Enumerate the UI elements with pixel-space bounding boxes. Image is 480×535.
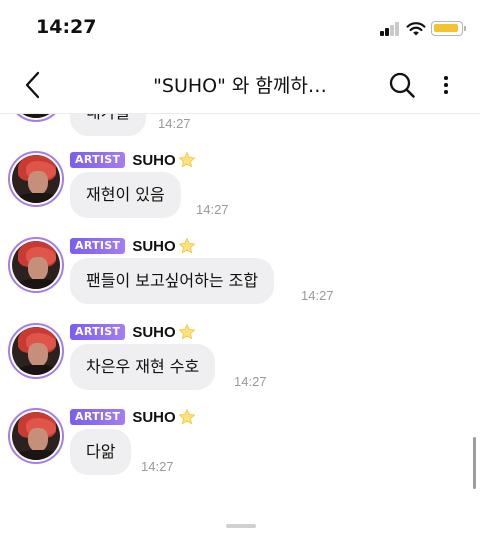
sender-name[interactable]: SUHO [132,324,175,341]
status-time: 14:27 [36,16,97,38]
battery-icon [431,21,463,36]
message-text: 차은우 재현 수호 [86,357,200,376]
message-bubble: 차은우 재현 수호 [70,344,216,390]
star-icon [178,324,195,340]
more-vertical-icon[interactable] [436,71,456,99]
scrollbar[interactable] [473,437,476,489]
message-bubble: 다앎 [70,429,132,475]
avatar[interactable] [8,151,64,207]
message-time: 14:27 [196,202,229,217]
nav-bar: "SUHO" 와 함께하… [0,58,480,114]
star-icon [178,152,195,168]
home-indicator[interactable] [226,524,256,528]
status-bar: 14:27 [0,0,480,58]
message-bubble: 내가들 [70,114,147,136]
star-icon [178,409,195,425]
chevron-left-icon[interactable] [18,70,48,100]
sender-name[interactable]: SUHO [132,238,175,255]
artist-badge: ARTIST [70,238,126,254]
sender-row: ARTIST SUHO [70,237,196,255]
avatar[interactable] [8,114,64,122]
message-text: 내가들 [86,114,130,122]
message-text: 다앎 [86,442,116,461]
cellular-signal-icon [380,22,400,36]
message-bubble: 재현이 있음 [70,172,181,218]
chat-title: "SUHO" 와 함께하… [153,75,327,97]
sender-name[interactable]: SUHO [132,152,175,169]
avatar[interactable] [8,323,64,379]
avatar[interactable] [8,237,64,293]
wifi-icon [406,22,426,36]
message-text: 재현이 있음 [86,185,165,204]
artist-badge: ARTIST [70,324,126,340]
avatar[interactable] [8,408,64,464]
message-bubble: 팬들이 보고싶어하는 조합 [70,258,275,304]
artist-badge: ARTIST [70,409,126,425]
message-text: 팬들이 보고싶어하는 조합 [86,271,259,290]
sender-row: ARTIST SUHO [70,151,196,169]
sender-row: ARTIST SUHO [70,408,196,426]
message-time: 14:27 [141,459,174,474]
chat-message-list[interactable]: 내가들 14:27 ARTIST SUHO 재현이 있음 14:27 ARTIS… [0,114,480,535]
message-time: 14:27 [301,288,334,303]
search-icon[interactable] [388,71,416,99]
artist-badge: ARTIST [70,152,126,168]
sender-name[interactable]: SUHO [132,409,175,426]
message-time: 14:27 [158,116,191,131]
star-icon [178,238,195,254]
sender-row: ARTIST SUHO [70,323,196,341]
message-time: 14:27 [234,374,267,389]
